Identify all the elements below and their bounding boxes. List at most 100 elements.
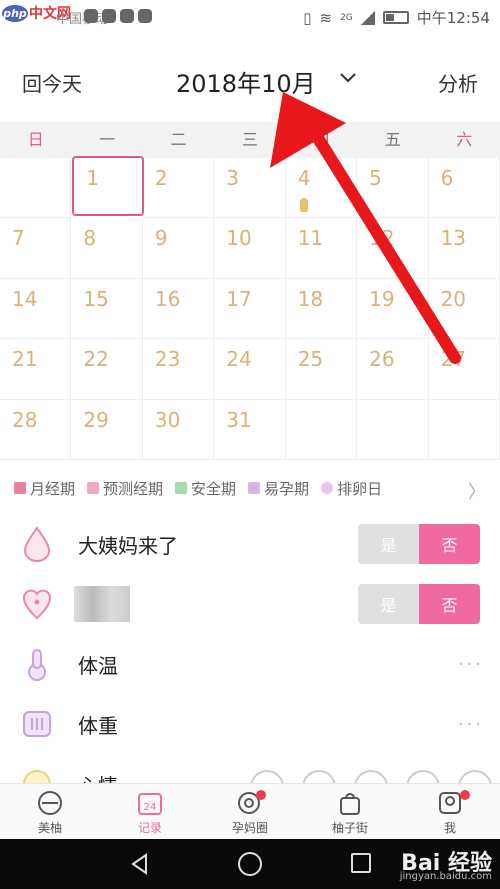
tab-me[interactable]: 我 [400, 784, 500, 839]
calendar-day[interactable]: 25 [285, 339, 358, 400]
recent-apps-icon[interactable] [351, 853, 371, 873]
notification-icon [138, 9, 152, 23]
no-option[interactable]: 否 [419, 584, 480, 624]
weekday-label: 日 [27, 130, 44, 149]
calendar-day[interactable]: 30 [142, 399, 215, 460]
legend-item: 排卵日 [321, 478, 382, 499]
legend-label: 安全期 [191, 479, 237, 498]
month-title[interactable]: 2018年10月 [176, 64, 316, 99]
temperature-row[interactable]: 体温 ··· [0, 634, 500, 694]
app-screen: php 中文网 中国移动 ▯ ≋ 2G 中午12:54 回今天 2018年10月… [0, 0, 500, 889]
calendar-icon-text: 24 [144, 802, 157, 813]
bottom-tab-bar: 美柚 24 记录 孕妈圈 柚子街 我 [0, 783, 500, 839]
calendar-icon: 24 [138, 793, 162, 815]
mood-option[interactable] [458, 770, 492, 784]
calendar-day[interactable]: 8 [71, 218, 143, 279]
calendar-day[interactable]: 5 [357, 158, 429, 219]
calendar-day[interactable]: 28 [0, 399, 72, 460]
calendar-day[interactable]: 22 [71, 339, 143, 400]
phase-legend: 月经期 预测经期 安全期 易孕期 排卵日 〉 [0, 470, 500, 506]
ovulation-test-icon [299, 198, 308, 212]
tab-meiyou[interactable]: 美柚 [0, 784, 100, 839]
calendar-day[interactable]: 12 [357, 218, 429, 279]
system-nav-bar: Bai 经验 jingyan.baidu.com [0, 839, 500, 889]
weight-row[interactable]: 体重 ··· [0, 694, 500, 754]
calendar-day[interactable]: 29 [71, 399, 143, 460]
legend-swatch [175, 482, 188, 494]
more-icon[interactable]: ··· [458, 714, 484, 735]
home-icon[interactable] [238, 852, 262, 876]
mood-option[interactable] [354, 770, 388, 784]
calendar-day[interactable]: 9 [142, 218, 215, 279]
calendar-day[interactable]: 1 [72, 156, 144, 217]
calendar-day[interactable]: 17 [214, 278, 286, 340]
calendar-day[interactable]: 16 [142, 278, 215, 340]
clock: 中午12:54 [416, 9, 490, 27]
calendar-day[interactable]: 27 [428, 339, 500, 400]
legend-swatch [14, 482, 26, 494]
calendar-day[interactable]: 10 [214, 218, 286, 279]
weekday-label: 三 [241, 130, 258, 149]
notification-dot [460, 790, 470, 800]
weekday-label: 四 [313, 130, 330, 149]
love-row: 是 否 [0, 574, 500, 634]
notification-icons [84, 9, 152, 23]
calendar-empty-cell [357, 399, 429, 460]
calendar-day[interactable]: 6 [428, 158, 500, 219]
calendar-day[interactable]: 14 [0, 278, 72, 340]
calendar-day[interactable]: 20 [428, 278, 500, 340]
signal-icon [360, 10, 375, 25]
more-icon[interactable]: ··· [458, 654, 484, 675]
calendar-day[interactable]: 24 [214, 339, 286, 400]
legend-swatch [248, 482, 261, 494]
shopping-bag-icon [340, 793, 360, 815]
calendar-day[interactable]: 26 [357, 339, 429, 400]
yes-option[interactable]: 是 [358, 584, 419, 624]
weekday-label: 二 [170, 130, 187, 149]
calendar-day[interactable]: 23 [142, 339, 215, 400]
watermark-url: jingyan.baidu.com [399, 871, 492, 882]
chevron-down-icon[interactable] [338, 68, 358, 88]
droplet-icon [23, 526, 51, 562]
tab-shop[interactable]: 柚子街 [300, 784, 400, 839]
tab-label: 记录 [137, 821, 162, 835]
calendar-day[interactable]: 18 [285, 278, 358, 340]
calendar-grid: 1 2 3 4 5 6 7 8 9 10 11 12 13 14 15 16 17 18 19 20 21 22 23 24 2… [0, 156, 500, 460]
calendar-day[interactable]: 15 [71, 278, 143, 340]
tab-record[interactable]: 24 记录 [100, 784, 200, 839]
status-right: ▯ ≋ 2G 中午12:54 [303, 7, 490, 28]
legend-label: 预测经期 [103, 479, 164, 498]
calendar-day[interactable]: 19 [357, 278, 429, 340]
calendar-day[interactable]: 11 [285, 218, 358, 279]
calendar-day[interactable]: 7 [0, 218, 72, 279]
yes-option[interactable]: 是 [358, 524, 419, 564]
calendar-day[interactable]: 31 [214, 399, 286, 460]
analyze-button[interactable]: 分析 [438, 68, 478, 97]
period-toggle[interactable]: 是 否 [358, 524, 480, 564]
mood-option[interactable] [250, 770, 284, 784]
obscured-label [74, 586, 130, 622]
no-option[interactable]: 否 [419, 524, 480, 564]
legend-label: 易孕期 [264, 479, 310, 498]
chevron-right-icon[interactable]: 〉 [468, 478, 486, 504]
tab-community[interactable]: 孕妈圈 [200, 784, 300, 839]
bowl-icon [38, 791, 62, 815]
calendar-day[interactable]: 21 [0, 339, 72, 400]
calendar-day[interactable]: 2 [142, 158, 215, 219]
legend-item: 易孕期 [248, 478, 309, 499]
tab-label: 柚子街 [331, 821, 368, 835]
legend-item: 预测经期 [87, 478, 163, 499]
calendar-day[interactable]: 4 [285, 158, 358, 219]
notification-dot [256, 790, 266, 800]
weekday-label: 一 [99, 130, 116, 149]
mood-option[interactable] [302, 770, 336, 784]
back-icon[interactable] [128, 852, 152, 876]
ovulation-flower-icon [321, 482, 334, 494]
status-bar: php 中文网 中国移动 ▯ ≋ 2G 中午12:54 [0, 0, 500, 34]
mood-option[interactable] [406, 770, 440, 784]
legend-item: 月经期 [14, 478, 75, 499]
calendar-day[interactable]: 3 [214, 158, 286, 219]
back-to-today-button[interactable]: 回今天 [22, 68, 82, 97]
love-toggle[interactable]: 是 否 [358, 584, 480, 624]
calendar-day[interactable]: 13 [428, 218, 500, 279]
